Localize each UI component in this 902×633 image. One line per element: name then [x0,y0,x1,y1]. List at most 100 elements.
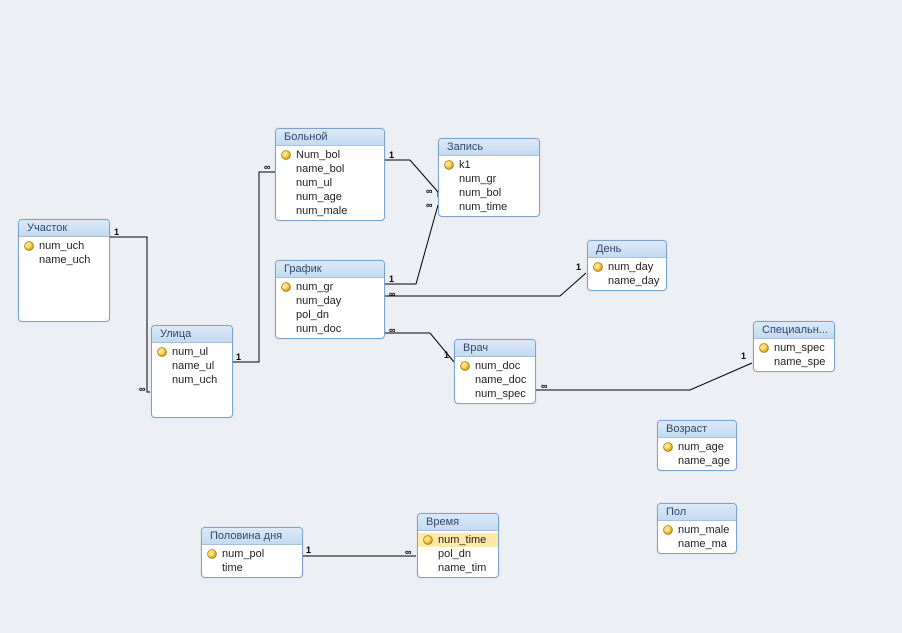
table-polovina[interactable]: Половина дня num_pol time [201,527,303,578]
primary-key-icon [758,342,770,354]
table-field[interactable]: num_ul [276,176,384,190]
table-field[interactable]: name_tim [418,561,498,575]
table-field[interactable]: name_uch [19,253,109,267]
field-label: name_ma [678,538,730,550]
table-field[interactable]: name_doc [455,373,535,387]
table-field[interactable]: num_spec [455,387,535,401]
table-ulica[interactable]: Улица num_ul name_ul num_uch [151,325,233,418]
table-field[interactable]: num_ul [152,345,232,359]
table-header[interactable]: Больной [276,129,384,146]
field-label: num_time [438,534,492,546]
table-uchastok[interactable]: Участок num_uch name_uch [18,219,110,322]
table-field[interactable]: pol_dn [418,547,498,561]
table-field[interactable]: num_male [658,523,736,537]
table-field[interactable]: num_time [439,200,539,214]
field-icon-spacer [662,538,674,550]
table-field[interactable]: k1 [439,158,539,172]
table-field[interactable]: num_day [588,260,666,274]
field-label: name_ul [172,360,226,372]
table-field-selected[interactable]: num_time [418,533,498,547]
table-header[interactable]: День [588,241,666,258]
field-icon-spacer [662,455,674,467]
rel-label-many: ∞ [425,186,433,196]
field-label: num_uch [172,374,226,386]
field-label: num_pol [222,548,296,560]
table-header[interactable]: Специальн... [754,322,834,339]
field-icon-spacer [459,388,471,400]
primary-key-icon [592,261,604,273]
table-field[interactable]: num_doc [455,359,535,373]
field-label: name_day [608,275,660,287]
rel-label-many: ∞ [425,200,433,210]
field-label: num_doc [296,323,378,335]
table-header[interactable]: Врач [455,340,535,357]
table-body: k1 num_gr num_bol num_time [439,156,539,216]
field-icon-spacer [443,173,455,185]
table-header[interactable]: Половина дня [202,528,302,545]
field-label: num_time [459,201,533,213]
rel-label-one: 1 [740,351,747,361]
table-field[interactable]: num_bol [439,186,539,200]
table-field[interactable]: num_gr [439,172,539,186]
table-field[interactable]: name_ma [658,537,736,551]
field-label: name_spe [774,356,828,368]
field-icon-spacer [156,374,168,386]
field-label: num_gr [296,281,378,293]
table-field[interactable]: name_day [588,274,666,288]
table-header[interactable]: Пол [658,504,736,521]
rel-label-one: 1 [305,545,312,555]
table-field[interactable]: name_spe [754,355,834,369]
table-field[interactable]: num_uch [152,373,232,387]
rel-label-one: 1 [388,150,395,160]
table-body: num_male name_ma [658,521,736,553]
table-field[interactable]: num_doc [276,322,384,336]
field-icon-spacer [280,177,292,189]
table-zapis[interactable]: Запись k1 num_gr num_bol num_time [438,138,540,217]
table-field[interactable]: num_pol [202,547,302,561]
rel-label-many: ∞ [388,289,396,299]
field-label: num_gr [459,173,533,185]
field-icon-spacer [758,356,770,368]
table-field[interactable]: num_age [658,440,736,454]
table-field[interactable]: time [202,561,302,575]
primary-key-icon [662,441,674,453]
rel-label-one: 1 [575,262,582,272]
table-field[interactable]: num_spec [754,341,834,355]
table-header[interactable]: Время [418,514,498,531]
table-field[interactable]: name_age [658,454,736,468]
table-vremya[interactable]: Время num_time pol_dn name_tim [417,513,499,578]
table-header[interactable]: Запись [439,139,539,156]
table-field[interactable]: num_male [276,204,384,218]
table-vrach[interactable]: Врач num_doc name_doc num_spec [454,339,536,404]
rel-label-many: ∞ [263,162,271,172]
field-label: name_tim [438,562,492,574]
field-label: pol_dn [438,548,492,560]
table-body: Num_bol name_bol num_ul num_age num_male [276,146,384,220]
table-vozrast[interactable]: Возраст num_age name_age [657,420,737,471]
table-field[interactable]: num_day [276,294,384,308]
table-field[interactable]: name_bol [276,162,384,176]
field-label: num_age [296,191,378,203]
table-field[interactable]: num_age [276,190,384,204]
table-field[interactable]: name_ul [152,359,232,373]
field-icon-spacer [280,191,292,203]
table-field[interactable]: num_gr [276,280,384,294]
field-label: num_bol [459,187,533,199]
field-label: num_male [296,205,378,217]
table-bolnoy[interactable]: Больной Num_bol name_bol num_ul num_age … [275,128,385,221]
table-header[interactable]: Участок [19,220,109,237]
field-label: num_ul [296,177,378,189]
table-field[interactable]: Num_bol [276,148,384,162]
table-pol[interactable]: Пол num_male name_ma [657,503,737,554]
table-header[interactable]: Возраст [658,421,736,438]
table-field[interactable]: num_uch [19,239,109,253]
table-header[interactable]: График [276,261,384,278]
table-field[interactable]: pol_dn [276,308,384,322]
table-body: num_uch name_uch [19,237,109,321]
table-special[interactable]: Специальн... num_spec name_spe [753,321,835,372]
table-header[interactable]: Улица [152,326,232,343]
table-den[interactable]: День num_day name_day [587,240,667,291]
table-grafik[interactable]: График num_gr num_day pol_dn num_doc [275,260,385,339]
field-label: name_age [678,455,730,467]
table-body: num_gr num_day pol_dn num_doc [276,278,384,338]
